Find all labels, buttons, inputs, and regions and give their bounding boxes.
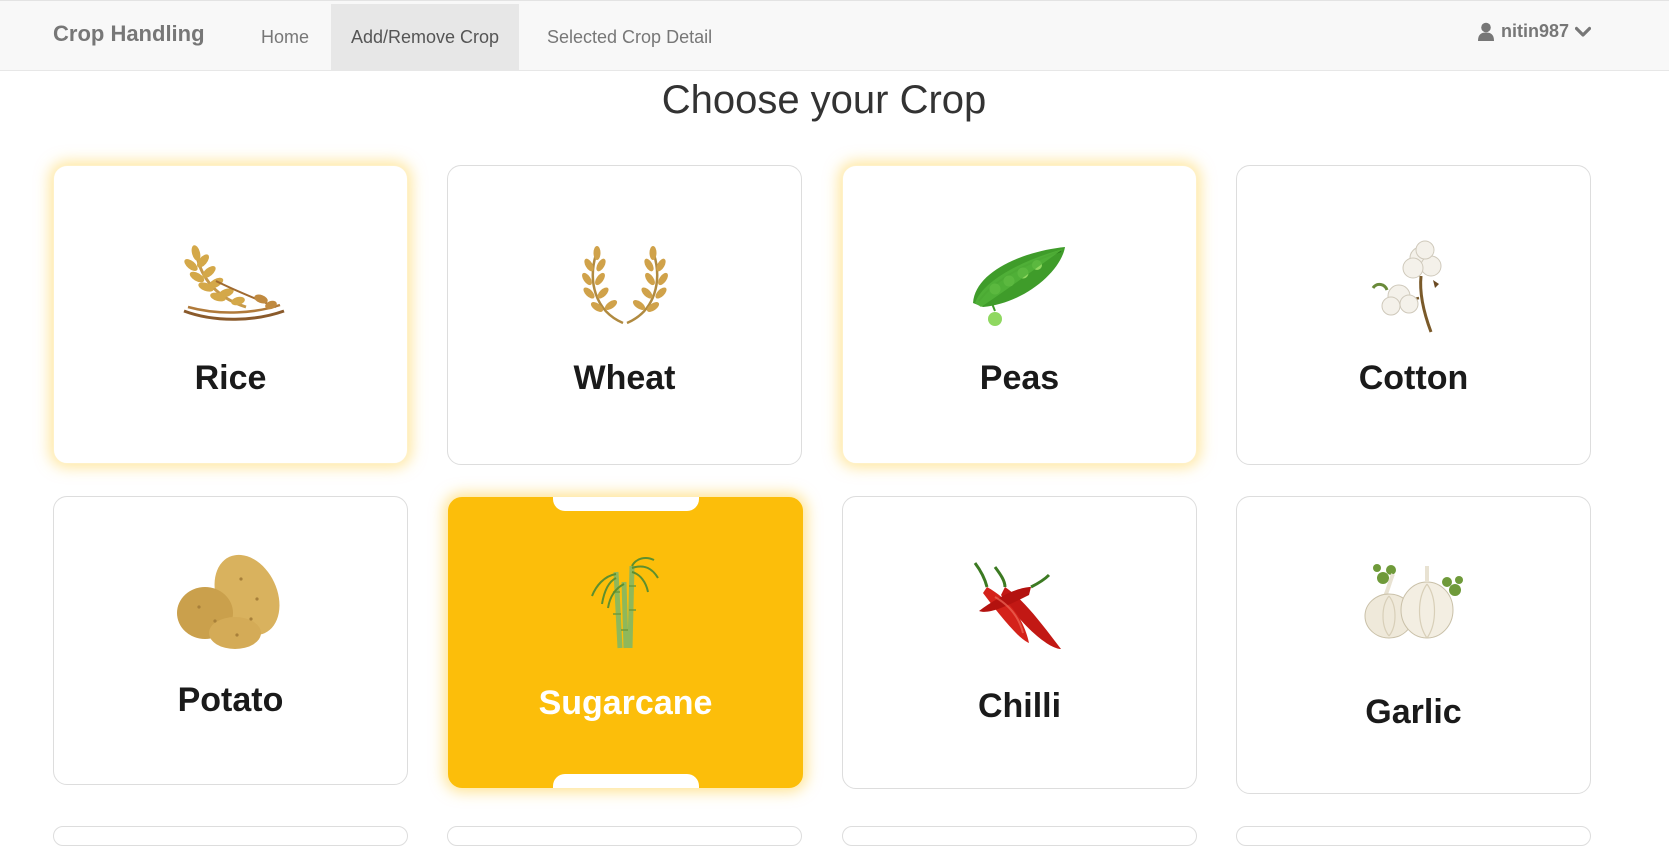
card-top-notch — [553, 497, 699, 511]
crop-name: Garlic — [1365, 693, 1462, 731]
crop-name: Chilli — [977, 687, 1062, 725]
nav-selected-crop-detail-link[interactable]: Selected Crop Detail — [527, 4, 732, 70]
rice-icon — [54, 236, 407, 336]
crop-card-sugarcane[interactable]: Sugarcane — [448, 497, 803, 788]
crop-card-partial-3[interactable] — [842, 826, 1197, 846]
garlic-icon — [1237, 555, 1590, 655]
username-label: nitin987 — [1500, 21, 1569, 41]
potato-icon — [54, 549, 407, 649]
cotton-icon — [1237, 236, 1590, 336]
crop-card-chilli[interactable]: Chilli — [842, 496, 1197, 789]
wheat-icon — [448, 236, 801, 336]
crop-card-rice[interactable]: Rice — [53, 165, 408, 464]
crop-name: Wheat — [573, 359, 676, 397]
page-title: Choose your Crop — [661, 78, 987, 122]
crop-name: Potato — [177, 681, 284, 719]
crop-card-partial-1[interactable] — [53, 826, 408, 846]
crop-card-partial-2[interactable] — [447, 826, 802, 846]
crop-name: Peas — [979, 359, 1060, 397]
nav-home-link[interactable]: Home — [241, 4, 329, 70]
top-navbar: Crop Handling Home Add/Remove Crop Selec… — [0, 0, 1669, 71]
chevron-down-icon — [1575, 26, 1591, 38]
card-bottom-notch — [553, 774, 699, 788]
crop-card-peas[interactable]: Peas — [842, 165, 1197, 464]
nav-add-remove-crop-link[interactable]: Add/Remove Crop — [331, 4, 520, 70]
crop-card-cotton[interactable]: Cotton — [1236, 165, 1591, 465]
crop-name: Sugarcane — [538, 684, 713, 722]
user-icon — [1477, 22, 1495, 42]
crop-name: Rice — [194, 359, 267, 397]
crop-card-wheat[interactable]: Wheat — [447, 165, 802, 465]
brand-logo-text[interactable]: Crop Handling — [53, 21, 205, 47]
crop-card-potato[interactable]: Potato — [53, 496, 408, 785]
crop-card-garlic[interactable]: Garlic — [1236, 496, 1591, 794]
user-menu-dropdown[interactable]: nitin987 — [1477, 21, 1591, 42]
crop-name: Cotton — [1358, 359, 1469, 397]
peas-icon — [843, 236, 1196, 336]
chilli-icon — [843, 555, 1196, 655]
sugarcane-icon — [449, 552, 802, 652]
crop-card-partial-4[interactable] — [1236, 826, 1591, 846]
